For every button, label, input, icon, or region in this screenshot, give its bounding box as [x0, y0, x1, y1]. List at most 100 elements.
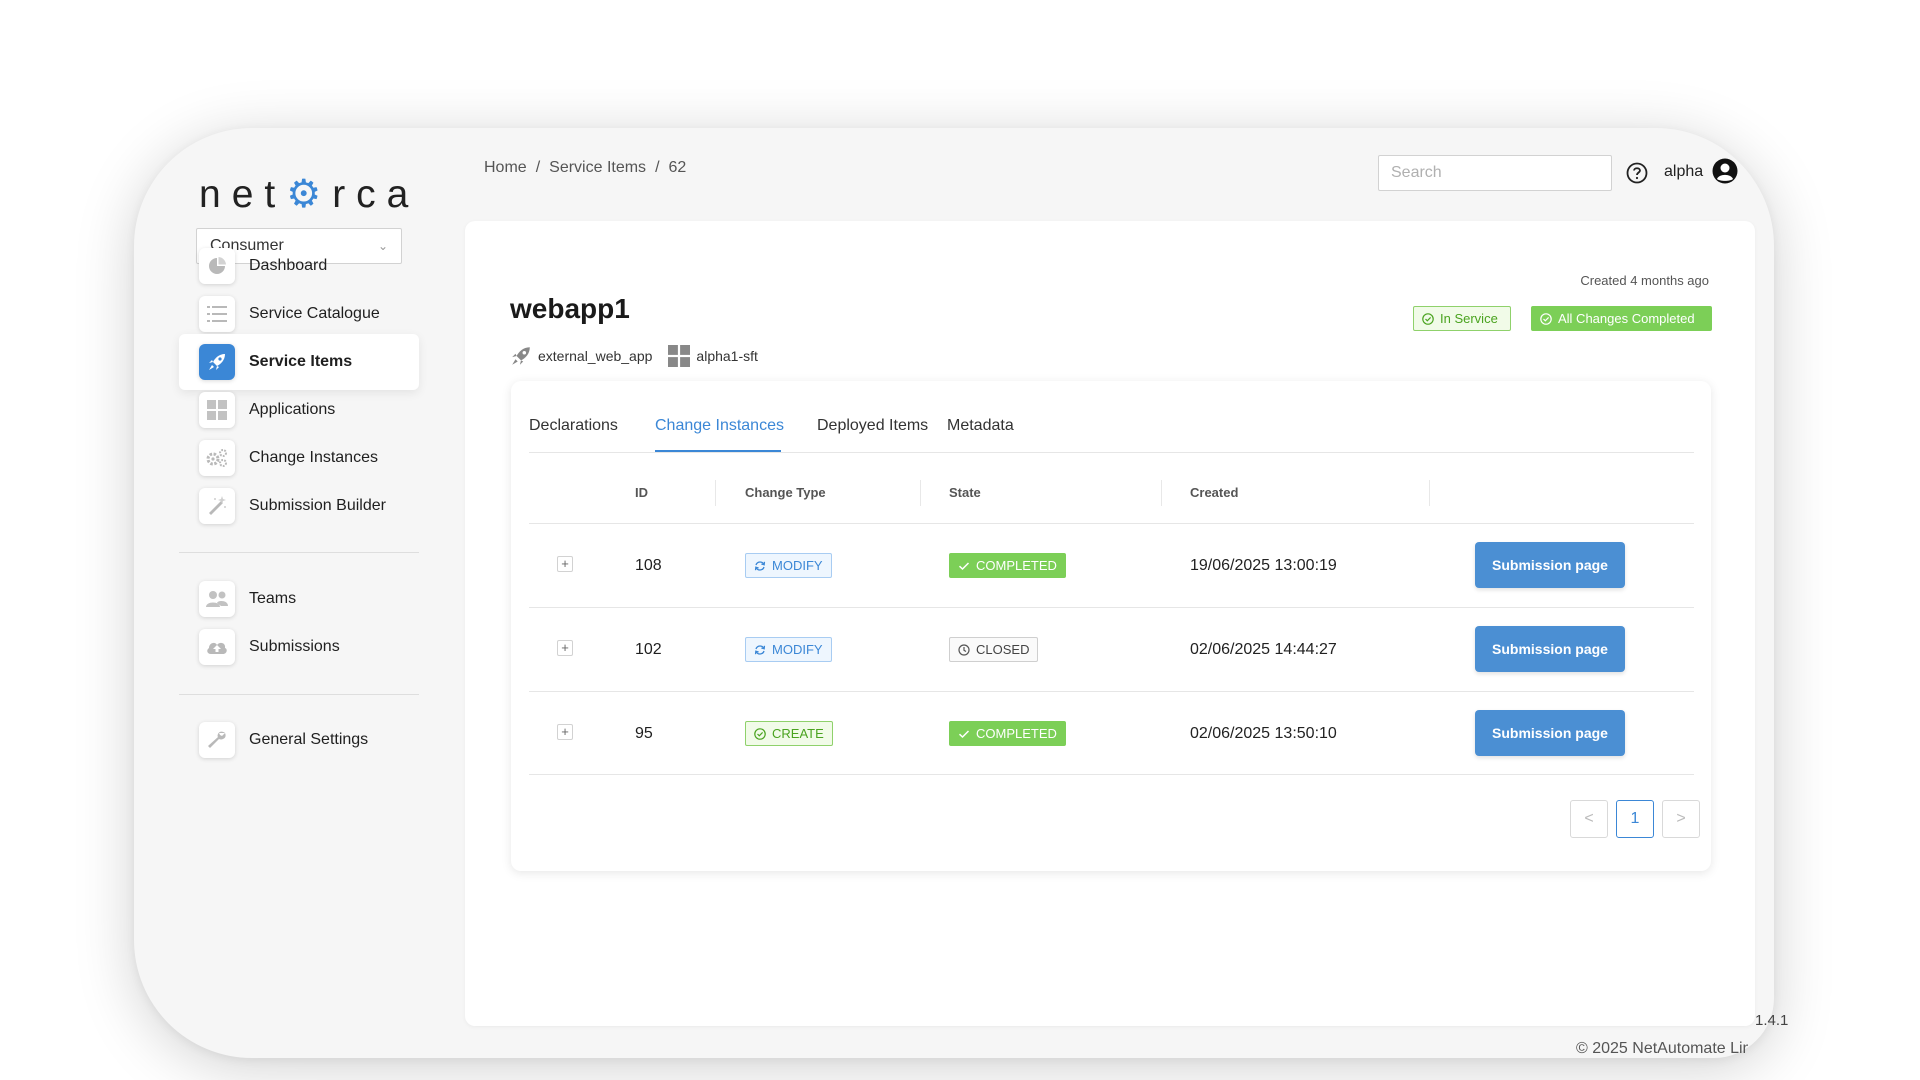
sync-icon: [754, 560, 766, 571]
sidebar-divider: [179, 552, 419, 553]
created-date: 02/06/2025 13:50:10: [1190, 725, 1337, 742]
status-badge-all-changes-completed: All Changes Completed: [1531, 306, 1712, 331]
table-row: + 102 MODIFY CLOSED 02/06/2025 14:44:27 …: [529, 607, 1694, 691]
item-meta: external_web_app alpha1-sft: [510, 345, 774, 367]
sidebar-item-label: Dashboard: [249, 257, 328, 274]
table-row: + 95 CREATE COMPLETED 02/06/2025 13:50:1…: [529, 691, 1694, 775]
check-icon: [958, 729, 970, 738]
column-divider: [715, 480, 716, 506]
column-divider: [1161, 480, 1162, 506]
tab-metadata[interactable]: Metadata: [947, 417, 1014, 435]
sidebar-item-label: Submissions: [249, 638, 340, 655]
change-type-label: MODIFY: [772, 558, 823, 573]
table-row: + 108 MODIFY COMPLETED 19/06/2025 13:00:…: [529, 523, 1694, 607]
sidebar-item-label: Change Instances: [249, 449, 378, 466]
gears-icon: [199, 440, 235, 476]
change-type-badge: MODIFY: [745, 637, 832, 662]
check-circle-icon: [754, 727, 766, 740]
change-type-label: MODIFY: [772, 642, 823, 657]
change-type-badge: CREATE: [745, 721, 833, 746]
logo-mark-icon: ⚙: [286, 173, 333, 216]
created-ago: Created 4 months ago: [1580, 273, 1709, 288]
help-icon[interactable]: [1626, 162, 1648, 189]
rocket-icon: [199, 344, 235, 380]
submission-page-button[interactable]: Submission page: [1475, 710, 1625, 756]
column-divider: [1429, 480, 1430, 506]
state-label: COMPLETED: [976, 726, 1057, 741]
app-window: net⚙rca neterca Consumer ⌄ Dashboard Ser…: [134, 128, 1774, 1058]
copyright-text: © 2025 NetAutomate Limited: [1576, 1040, 1748, 1057]
sidebar-item-submissions[interactable]: Submissions: [179, 619, 419, 675]
status-badge-label: In Service: [1440, 311, 1498, 326]
status-badge-in-service: In Service: [1413, 306, 1511, 331]
submission-page-button[interactable]: Submission page: [1475, 626, 1625, 672]
sidebar-divider: [179, 694, 419, 695]
application-name: alpha1-sft: [696, 348, 758, 364]
created-date: 19/06/2025 13:00:19: [1190, 557, 1337, 574]
grid-icon: [668, 345, 691, 367]
sidebar-item-label: Teams: [249, 590, 297, 607]
state-badge: CLOSED: [949, 637, 1039, 662]
list-icon: [199, 296, 235, 332]
prev-page-button[interactable]: <: [1570, 800, 1608, 838]
column-divider: [920, 480, 921, 506]
breadcrumb-separator: /: [655, 159, 660, 176]
column-header-change-type: Change Type: [745, 485, 826, 500]
expand-row-button[interactable]: +: [557, 640, 573, 656]
breadcrumb-service-items[interactable]: Service Items: [549, 159, 646, 177]
team-icon: [199, 581, 235, 617]
tab-change-instances[interactable]: Change Instances: [655, 417, 784, 435]
grid-icon: [199, 392, 235, 428]
sync-icon: [754, 644, 766, 655]
next-page-button[interactable]: >: [1662, 800, 1700, 838]
active-tab-indicator: [655, 450, 781, 452]
user-avatar-icon[interactable]: [1712, 158, 1738, 189]
change-id: 102: [635, 641, 662, 658]
sidebar-item-label: General Settings: [249, 731, 369, 748]
sidebar-item-label: Applications: [249, 401, 336, 418]
change-id: 108: [635, 557, 662, 574]
sidebar-item-submission-builder[interactable]: Submission Builder: [179, 478, 419, 534]
breadcrumb-home[interactable]: Home: [484, 159, 527, 177]
user-name[interactable]: alpha: [1664, 163, 1703, 181]
expand-row-button[interactable]: +: [557, 724, 573, 740]
service-link[interactable]: external_web_app: [510, 345, 652, 367]
status-badge-label: All Changes Completed: [1558, 311, 1695, 326]
cloud-upload-icon: [199, 629, 235, 665]
tab-declarations[interactable]: Declarations: [529, 417, 618, 435]
change-id: 95: [635, 725, 653, 742]
tab-bar: Declarations Change Instances Deployed I…: [529, 381, 1694, 453]
state-label: CLOSED: [976, 642, 1030, 657]
submission-page-button[interactable]: Submission page: [1475, 542, 1625, 588]
page-number[interactable]: 1: [1616, 800, 1654, 838]
check-circle-icon: [1422, 312, 1434, 325]
sidebar-item-label: Service Items: [249, 353, 353, 370]
clock-icon: [958, 643, 970, 656]
state-badge: COMPLETED: [949, 553, 1066, 578]
sidebar-item-label: Service Catalogue: [249, 305, 380, 322]
page-title: webapp1: [510, 293, 630, 324]
netorca-logo[interactable]: net⚙rca: [199, 172, 419, 217]
sidebar-item-general-settings[interactable]: General Settings: [179, 712, 419, 768]
table-header: ID Change Type State Created: [529, 463, 1694, 523]
search-input[interactable]: [1378, 155, 1612, 191]
column-header-state: State: [949, 485, 981, 500]
breadcrumb-current: 62: [668, 159, 687, 176]
service-name: external_web_app: [538, 348, 653, 364]
rocket-icon: [512, 347, 530, 365]
tab-deployed-items[interactable]: Deployed Items: [817, 417, 928, 435]
change-type-badge: MODIFY: [745, 553, 832, 578]
column-header-created: Created: [1190, 485, 1239, 500]
app-version: 1.4.1: [1755, 1012, 1789, 1029]
service-item-card: Created 4 months ago In Service All Chan…: [465, 221, 1755, 1026]
state-badge: COMPLETED: [949, 721, 1066, 746]
change-type-label: CREATE: [772, 726, 824, 741]
sidebar-item-label: Submission Builder: [249, 497, 386, 514]
breadcrumb: Home / Service Items / 62: [484, 159, 686, 177]
check-icon: [958, 561, 970, 570]
wrench-icon: [199, 722, 235, 758]
column-header-id: ID: [635, 485, 648, 500]
application-link[interactable]: alpha1-sft: [668, 345, 758, 367]
pie-chart-icon: [199, 248, 235, 284]
expand-row-button[interactable]: +: [557, 556, 573, 572]
